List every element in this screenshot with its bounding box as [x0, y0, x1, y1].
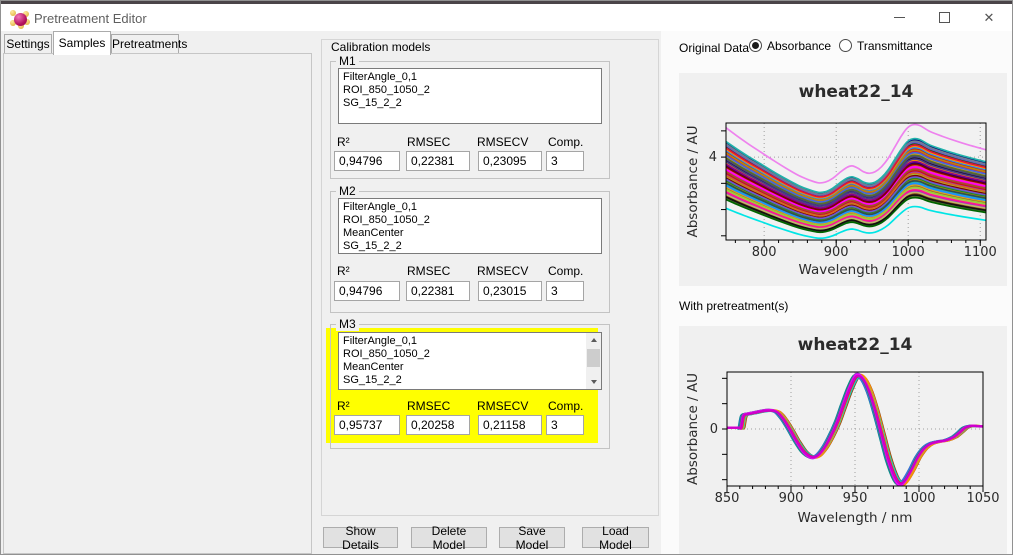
svg-text:wheat22_14: wheat22_14: [798, 335, 913, 355]
pretreatment-item[interactable]: SG_15_2_2: [343, 97, 597, 110]
metric-label-rmsecv: RMSECV: [477, 135, 528, 149]
calibration-models-caption: Calibration models: [328, 40, 433, 54]
original-spectra-chart: 800 900 1000 1100 4 wheat22_14 Wavelength / nm…: [679, 73, 1007, 286]
radio-absorbance-icon[interactable]: [749, 39, 762, 52]
model-M1-r2-value[interactable]: 0,94796: [334, 151, 400, 171]
svg-text:1000: 1000: [902, 491, 935, 506]
minimize-icon: [894, 17, 905, 18]
svg-text:Wavelength / nm: Wavelength / nm: [799, 262, 914, 278]
samples-tab-page: [3, 53, 312, 554]
minimize-button[interactable]: [877, 4, 921, 31]
pretreated-spectra-chart: 850 900 950 1000 1050 0 wheat22_14 Wavelength /…: [679, 326, 1007, 554]
pretreatment-item[interactable]: MeanCenter: [343, 361, 597, 374]
svg-text:800: 800: [752, 245, 777, 260]
close-button[interactable]: ✕: [967, 4, 1011, 31]
save-model-button[interactable]: Save Model: [499, 527, 565, 548]
svg-text:4: 4: [709, 150, 717, 165]
svg-text:900: 900: [824, 245, 849, 260]
scrollbar-thumb[interactable]: [587, 349, 600, 367]
model-M3-comp-value[interactable]: 3: [546, 415, 584, 435]
model-M3-rmsec-value[interactable]: 0,20258: [406, 415, 470, 435]
title-bar: Pretreatment Editor ✕: [1, 4, 1012, 31]
model-M1-comp-value[interactable]: 3: [546, 151, 584, 171]
svg-text:Wavelength / nm: Wavelength / nm: [798, 510, 913, 526]
pretreatment-item[interactable]: MeanCenter: [343, 227, 597, 240]
scroll-up-button[interactable]: [586, 333, 601, 347]
tab-settings[interactable]: Settings: [4, 34, 52, 54]
metric-label-comp: Comp.: [548, 399, 583, 413]
metric-label-rmsecv: RMSECV: [477, 264, 528, 278]
maximize-icon: [939, 12, 950, 23]
metric-label-r2: R²: [337, 135, 350, 149]
model-M3-pretreatment-list[interactable]: FilterAngle_0,1ROI_850_1050_2MeanCenterS…: [338, 332, 602, 390]
radio-transmittance[interactable]: Transmittance: [839, 39, 933, 53]
textarea-scrollbar[interactable]: [586, 333, 601, 389]
model-M3-caption: M3: [336, 317, 359, 331]
model-M2-caption: M2: [336, 184, 359, 198]
app-icon-sphere: [14, 13, 27, 26]
pretreatment-item[interactable]: ROI_850_1050_2: [343, 214, 597, 227]
show-details-button[interactable]: Show Details: [323, 527, 398, 548]
model-M1-rmsecv-value[interactable]: 0,23095: [478, 151, 542, 171]
pretreatment-item[interactable]: FilterAngle_0,1: [343, 71, 597, 84]
pretreatment-editor-window: Pretreatment Editor ✕ Settings Samples P…: [0, 0, 1013, 555]
scroll-down-button[interactable]: [586, 375, 601, 389]
load-model-button[interactable]: Load Model: [582, 527, 649, 548]
metric-label-rmsec: RMSEC: [407, 399, 450, 413]
original-data-label: Original Data: [679, 41, 749, 55]
metric-label-comp: Comp.: [548, 135, 583, 149]
pretreatment-item[interactable]: FilterAngle_0,1: [343, 335, 597, 348]
model-M2-comp-value[interactable]: 3: [546, 281, 584, 301]
radio-transmittance-icon[interactable]: [839, 39, 852, 52]
svg-text:1000: 1000: [892, 245, 925, 260]
pretreatment-item[interactable]: FilterAngle_0,1: [343, 201, 597, 214]
model-M3-rmsecv-value[interactable]: 0,21158: [478, 415, 542, 435]
metric-label-comp: Comp.: [548, 264, 583, 278]
model-M2-pretreatment-list[interactable]: FilterAngle_0,1ROI_850_1050_2MeanCenterS…: [338, 198, 602, 254]
svg-text:Absorbance / AU: Absorbance / AU: [685, 125, 701, 237]
pretreatment-item[interactable]: ROI_850_1050_2: [343, 348, 597, 361]
arrow-up-icon: [591, 338, 597, 342]
radio-transmittance-label: Transmittance: [857, 39, 933, 53]
svg-text:900: 900: [779, 491, 804, 506]
svg-text:1100: 1100: [964, 245, 997, 260]
radio-absorbance[interactable]: Absorbance: [749, 39, 831, 53]
metric-label-r2: R²: [337, 264, 350, 278]
window-title: Pretreatment Editor: [34, 11, 147, 26]
model-M1-rmsec-value[interactable]: 0,22381: [406, 151, 470, 171]
model-M2-rmsec-value[interactable]: 0,22381: [406, 281, 470, 301]
svg-text:0: 0: [710, 422, 718, 437]
metric-label-r2: R²: [337, 399, 350, 413]
tab-samples[interactable]: Samples: [53, 31, 111, 55]
svg-text:Absorbance / AU: Absorbance / AU: [685, 373, 701, 485]
svg-text:1050: 1050: [966, 491, 999, 506]
pretreatment-item[interactable]: SG_15_2_2: [343, 374, 597, 387]
model-M1-caption: M1: [336, 54, 359, 68]
model-M2-r2-value[interactable]: 0,94796: [334, 281, 400, 301]
tab-pretreatments[interactable]: Pretreatments: [111, 34, 179, 54]
model-M3-r2-value[interactable]: 0,95737: [334, 415, 400, 435]
model-M2-rmsecv-value[interactable]: 0,23015: [478, 281, 542, 301]
maximize-button[interactable]: [922, 4, 966, 31]
calibration-models-group: Calibration models M1FilterAngle_0,1ROI_…: [321, 39, 659, 516]
app-icon: [10, 9, 30, 29]
metric-label-rmsecv: RMSECV: [477, 399, 528, 413]
charts-panel: Original Data Absorbance Transmittance 8…: [661, 31, 1012, 554]
close-icon: ✕: [984, 11, 995, 24]
model-M1-pretreatment-list[interactable]: FilterAngle_0,1ROI_850_1050_2SG_15_2_2: [338, 68, 602, 124]
svg-text:wheat22_14: wheat22_14: [799, 82, 914, 102]
arrow-down-icon: [591, 380, 597, 384]
delete-model-button[interactable]: Delete Model: [411, 527, 487, 548]
with-pretreatments-label: With pretreatment(s): [679, 299, 788, 313]
svg-text:850: 850: [715, 491, 740, 506]
pretreatment-item[interactable]: SG_15_2_2: [343, 240, 597, 253]
radio-absorbance-label: Absorbance: [767, 39, 831, 53]
metric-label-rmsec: RMSEC: [407, 264, 450, 278]
pretreatment-item[interactable]: ROI_850_1050_2: [343, 84, 597, 97]
metric-label-rmsec: RMSEC: [407, 135, 450, 149]
svg-text:950: 950: [843, 491, 868, 506]
